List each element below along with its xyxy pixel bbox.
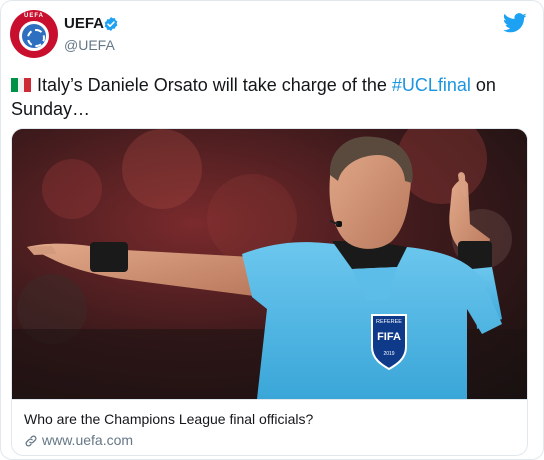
italy-flag-icon — [11, 78, 31, 92]
tweet-card[interactable]: UEFA UEFA @UEFA Italy’s Daniele Orsato w… — [0, 0, 544, 460]
card-title[interactable]: Who are the Champions League final offic… — [24, 411, 313, 427]
link-icon — [25, 435, 37, 447]
avatar[interactable]: UEFA — [10, 10, 58, 58]
twitter-bird-icon[interactable] — [503, 13, 527, 33]
referee-badge: REFEREE FIFA 2019 — [371, 314, 407, 371]
badge-year-text: 2019 — [383, 351, 394, 357]
uefa-logo-icon — [19, 21, 49, 51]
badge-main-text: FIFA — [377, 331, 401, 343]
referee-photo: REFEREE FIFA 2019 — [12, 129, 527, 399]
user-handle[interactable]: @UEFA — [64, 37, 115, 53]
tweet-text: Italy’s Daniele Orsato will take charge … — [11, 73, 531, 121]
card-link[interactable]: www.uefa.com — [42, 432, 133, 448]
avatar-text: UEFA — [23, 13, 44, 19]
tweet-text-before: Italy’s Daniele Orsato will take charge … — [37, 75, 392, 95]
card-image[interactable]: REFEREE FIFA 2019 — [12, 129, 527, 399]
display-name[interactable]: UEFA — [64, 15, 104, 32]
verified-badge-icon — [104, 17, 118, 31]
link-preview-card[interactable]: REFEREE FIFA 2019 Who are the Champions … — [11, 128, 528, 456]
badge-top-text: REFEREE — [376, 319, 402, 325]
hashtag-link[interactable]: #UCLfinal — [392, 75, 471, 95]
card-footer[interactable]: Who are the Champions League final offic… — [12, 399, 527, 455]
